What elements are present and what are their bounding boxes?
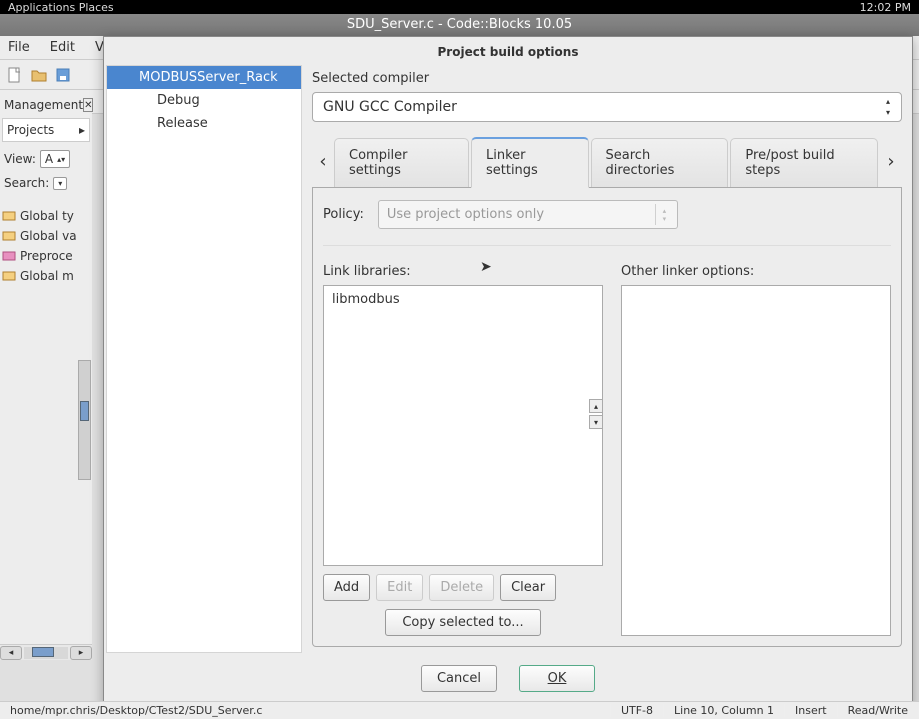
horizontal-scrollbar[interactable] (24, 647, 68, 659)
other-linker-options-label: Other linker options: (621, 264, 891, 279)
menu-file[interactable]: File (4, 38, 34, 57)
panel-clock: 12:02 PM (860, 1, 911, 14)
other-linker-options-textarea[interactable] (621, 285, 891, 636)
open-folder-icon[interactable] (30, 66, 48, 84)
save-icon[interactable] (54, 66, 72, 84)
projects-tab[interactable]: Projects (7, 123, 54, 137)
scroll-left-icon[interactable]: ◂ (0, 646, 22, 660)
list-item[interactable]: libmodbus (332, 292, 594, 307)
close-icon[interactable]: ✕ (83, 98, 93, 112)
link-libraries-label: Link libraries: (323, 264, 603, 279)
view-select[interactable]: A▴▾ (40, 150, 70, 168)
main-window-title: SDU_Server.c - Code::Blocks 10.05 (0, 14, 919, 36)
panel-left[interactable]: Applications Places (8, 1, 114, 14)
chevron-right-icon[interactable]: ▸ (79, 123, 85, 137)
search-label: Search: (4, 176, 49, 190)
policy-label: Policy: (323, 207, 364, 222)
management-label: Management (4, 98, 83, 112)
link-libraries-list[interactable]: libmodbus (323, 285, 603, 566)
tabs-scroll-left-icon[interactable]: ‹ (312, 144, 334, 180)
dialog-title: Project build options (104, 37, 912, 65)
status-insert-mode: Insert (785, 704, 838, 717)
menu-edit[interactable]: Edit (46, 38, 79, 57)
desktop-top-panel: Applications Places 12:02 PM (0, 0, 919, 14)
compiler-select[interactable]: GNU GCC Compiler ▴▾ (312, 92, 902, 122)
target-debug[interactable]: Debug (107, 89, 301, 112)
tab-pre-post-build[interactable]: Pre/post build steps (730, 138, 878, 187)
chevron-down-icon: ▴▾ (655, 204, 673, 225)
status-position: Line 10, Column 1 (664, 704, 785, 717)
cancel-button[interactable]: Cancel (421, 665, 497, 692)
tab-search-directories[interactable]: Search directories (591, 138, 729, 187)
add-button[interactable]: Add (323, 574, 370, 601)
status-rw-mode: Read/Write (838, 704, 919, 717)
tabs-bar: ‹ Compiler settings Linker settings Sear… (312, 136, 902, 188)
new-file-icon[interactable] (6, 66, 24, 84)
status-path: home/mpr.chris/Desktop/CTest2/SDU_Server… (0, 704, 611, 717)
target-root[interactable]: MODBUSServer_Rack (107, 66, 301, 89)
copy-selected-button[interactable]: Copy selected to... (385, 609, 540, 636)
status-encoding: UTF-8 (611, 704, 664, 717)
symbol-tree-item[interactable]: Global ty (0, 206, 92, 226)
clear-button[interactable]: Clear (500, 574, 556, 601)
project-build-options-dialog: Project build options MODBUSServer_Rack … (103, 36, 913, 710)
selected-compiler-label: Selected compiler (312, 71, 902, 86)
tab-linker-settings[interactable]: Linker settings (471, 137, 589, 188)
ok-button[interactable]: OK (519, 665, 595, 692)
tab-compiler-settings[interactable]: Compiler settings (334, 138, 469, 187)
move-down-button[interactable]: ▾ (589, 415, 603, 429)
delete-button: Delete (429, 574, 494, 601)
status-bar: home/mpr.chris/Desktop/CTest2/SDU_Server… (0, 701, 919, 719)
symbol-tree-item[interactable]: Global m (0, 266, 92, 286)
management-panel: Management ✕ Projects ▸ View: A▴▾ Search… (0, 90, 92, 660)
tabs-scroll-right-icon[interactable]: › (880, 144, 902, 180)
targets-tree[interactable]: MODBUSServer_Rack Debug Release (106, 65, 302, 653)
move-up-button[interactable]: ▴ (589, 399, 603, 413)
view-label: View: (4, 152, 36, 166)
vertical-scrollbar[interactable] (78, 360, 91, 480)
policy-select: Use project options only ▴▾ (378, 200, 678, 229)
spinner-icon[interactable]: ▴▾ (879, 97, 897, 117)
target-release[interactable]: Release (107, 112, 301, 135)
edit-button: Edit (376, 574, 423, 601)
search-dropdown[interactable]: ▾ (53, 177, 67, 190)
symbol-tree-item[interactable]: Global va (0, 226, 92, 246)
scroll-right-icon[interactable]: ▸ (70, 646, 92, 660)
symbol-tree-item[interactable]: Preproce (0, 246, 92, 266)
